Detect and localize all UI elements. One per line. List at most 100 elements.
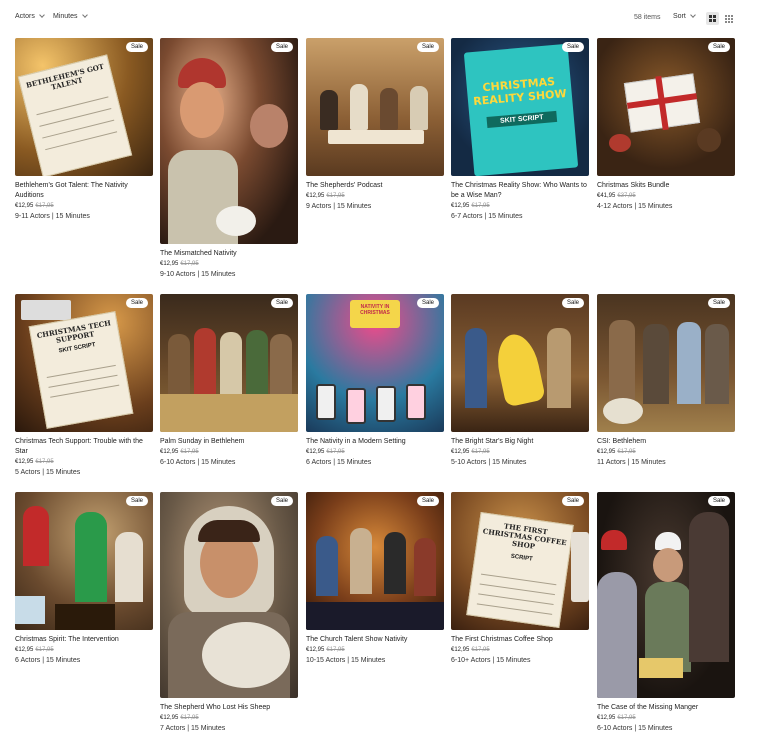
product-title[interactable]: The Bright Star's Big Night	[451, 437, 589, 447]
product-price: €12,95 €17,95	[15, 202, 153, 210]
product-card[interactable]: Sale The Shepherd Who Lost His Sheep €12…	[160, 492, 298, 733]
product-image[interactable]: THE FIRST CHRISTMAS COFFEE SHOP SCRIPT S…	[451, 492, 589, 630]
product-image[interactable]: CHRISTMAS TECH SUPPORT SKIT SCRIPT Sale	[15, 294, 153, 432]
price-current: €12,95	[306, 647, 325, 653]
product-meta: 5-10 Actors | 15 Minutes	[451, 459, 527, 466]
product-title[interactable]: Christmas Tech Support: Trouble with the…	[15, 437, 153, 457]
chevron-down-icon	[690, 12, 696, 18]
product-card[interactable]: NATIVITY IN CHRISTMAS Sale The Nativity …	[306, 294, 444, 467]
product-title[interactable]: The First Christmas Coffee Shop	[451, 635, 589, 645]
product-image[interactable]: NATIVITY IN CHRISTMAS Sale	[306, 294, 444, 432]
price-current: €12,95	[15, 459, 34, 465]
price-original: €17,95	[35, 647, 54, 653]
grid-small-icon	[724, 14, 733, 23]
price-original: €17,95	[617, 715, 636, 721]
product-image[interactable]: Sale	[160, 294, 298, 432]
price-original: €17,95	[180, 715, 199, 721]
art-text: CHRISTMAS REALITY SHOW	[472, 74, 568, 109]
price-original: €17,95	[617, 449, 636, 455]
product-meta: 9 Actors | 15 Minutes	[306, 203, 372, 210]
product-title[interactable]: The Christmas Reality Show: Who Wants to…	[451, 181, 589, 201]
product-card[interactable]: Sale CSI: Bethlehem €12,95 €17,95 11 Acto…	[597, 294, 735, 467]
product-price: €12,95 €17,95	[597, 448, 735, 456]
product-title[interactable]: Palm Sunday in Bethlehem	[160, 437, 298, 447]
product-card[interactable]: BETHLEHEM'S GOT TALENT Sale Bethlehem's …	[15, 38, 153, 221]
product-card[interactable]: THE FIRST CHRISTMAS COFFEE SHOP SCRIPT S…	[451, 492, 589, 665]
product-price: €12,95 €17,95	[160, 714, 298, 722]
product-meta: 6 Actors | 15 Minutes	[15, 657, 81, 664]
product-card[interactable]: CHRISTMAS TECH SUPPORT SKIT SCRIPT Sale …	[15, 294, 153, 477]
product-meta: 11 Actors | 15 Minutes	[597, 459, 666, 466]
filter-actors[interactable]: Actors	[15, 12, 45, 20]
price-current: €12,95	[306, 193, 325, 199]
sale-badge: Sale	[270, 298, 293, 308]
product-image[interactable]: Sale	[160, 38, 298, 244]
product-meta: 6-10 Actors | 15 Minutes	[160, 459, 236, 466]
product-image[interactable]: Sale	[306, 492, 444, 630]
product-image[interactable]: Sale	[306, 38, 444, 176]
filter-minutes-label: Minutes	[53, 13, 78, 20]
price-current: €41,95	[597, 193, 616, 199]
product-card[interactable]: Sale The Case of the Missing Manger €12,…	[597, 492, 735, 733]
price-original: €17,95	[180, 449, 199, 455]
product-image[interactable]: Sale	[597, 38, 735, 176]
product-title[interactable]: Christmas Skits Bundle	[597, 181, 735, 191]
product-meta: 7 Actors | 15 Minutes	[160, 725, 226, 732]
price-original: €17,95	[471, 203, 490, 209]
price-original: €17,95	[35, 203, 54, 209]
price-current: €12,95	[160, 715, 179, 721]
price-original: €17,95	[326, 647, 345, 653]
sale-badge: Sale	[561, 496, 584, 506]
price-original: €17,95	[471, 647, 490, 653]
sale-badge: Sale	[416, 42, 439, 52]
product-card[interactable]: Sale The Bright Star's Big Night €12,95 €…	[451, 294, 589, 467]
product-title[interactable]: Bethlehem's Got Talent: The Nativity Aud…	[15, 181, 153, 201]
product-title[interactable]: The Case of the Missing Manger	[597, 703, 735, 713]
product-card[interactable]: Sale Christmas Skits Bundle €41,95 €37,95…	[597, 38, 735, 211]
product-card[interactable]: Sale The Church Talent Show Nativity €12…	[306, 492, 444, 665]
price-current: €12,95	[15, 203, 34, 209]
sale-badge: Sale	[125, 42, 148, 52]
product-title[interactable]: The Shepherds' Podcast	[306, 181, 444, 191]
product-image[interactable]: Sale	[160, 492, 298, 698]
product-card[interactable]: CHRISTMAS REALITY SHOW SKIT SCRIPT Sale …	[451, 38, 589, 221]
product-image[interactable]: Sale	[451, 294, 589, 432]
sale-badge: Sale	[125, 298, 148, 308]
product-title[interactable]: The Shepherd Who Lost His Sheep	[160, 703, 298, 713]
sale-badge: Sale	[707, 496, 730, 506]
product-card[interactable]: Sale The Shepherds' Podcast €12,95 €17,95…	[306, 38, 444, 211]
grid-large-icon	[709, 15, 716, 22]
grid-view-large-button[interactable]	[706, 12, 719, 25]
product-title[interactable]: The Mismatched Nativity	[160, 249, 298, 259]
price-current: €12,95	[597, 449, 616, 455]
product-card[interactable]: Sale The Mismatched Nativity €12,95 €17,9…	[160, 38, 298, 279]
product-price: €12,95 €17,95	[306, 192, 444, 200]
product-image[interactable]: BETHLEHEM'S GOT TALENT Sale	[15, 38, 153, 176]
price-original: €17,95	[180, 261, 199, 267]
product-title[interactable]: The Nativity in a Modern Setting	[306, 437, 444, 447]
price-current: €12,95	[15, 647, 34, 653]
product-image[interactable]: Sale	[597, 492, 735, 698]
sale-badge: Sale	[707, 42, 730, 52]
product-card[interactable]: Sale Christmas Spirit: The Intervention …	[15, 492, 153, 665]
product-meta: 9-10 Actors | 15 Minutes	[160, 271, 236, 278]
product-title[interactable]: The Church Talent Show Nativity	[306, 635, 444, 645]
product-price: €41,95 €37,95	[597, 192, 735, 200]
filter-actors-label: Actors	[15, 13, 35, 20]
product-card[interactable]: Sale Palm Sunday in Bethlehem €12,95 €17,…	[160, 294, 298, 467]
product-meta: 4-12 Actors | 15 Minutes	[597, 203, 673, 210]
price-original: €17,95	[35, 459, 54, 465]
sale-badge: Sale	[125, 496, 148, 506]
product-meta: 6 Actors | 15 Minutes	[306, 459, 372, 466]
product-image[interactable]: CHRISTMAS REALITY SHOW SKIT SCRIPT Sale	[451, 38, 589, 176]
filter-minutes[interactable]: Minutes	[53, 12, 88, 20]
product-image[interactable]: Sale	[597, 294, 735, 432]
product-image[interactable]: Sale	[15, 492, 153, 630]
art-text: NATIVITY IN CHRISTMAS	[360, 304, 390, 316]
art-subtext: SKIT SCRIPT	[486, 110, 558, 128]
product-title[interactable]: Christmas Spirit: The Intervention	[15, 635, 153, 645]
sale-badge: Sale	[270, 496, 293, 506]
product-title[interactable]: CSI: Bethlehem	[597, 437, 735, 447]
sort-dropdown[interactable]: Sort	[673, 12, 696, 20]
grid-view-small-button[interactable]	[722, 12, 735, 25]
